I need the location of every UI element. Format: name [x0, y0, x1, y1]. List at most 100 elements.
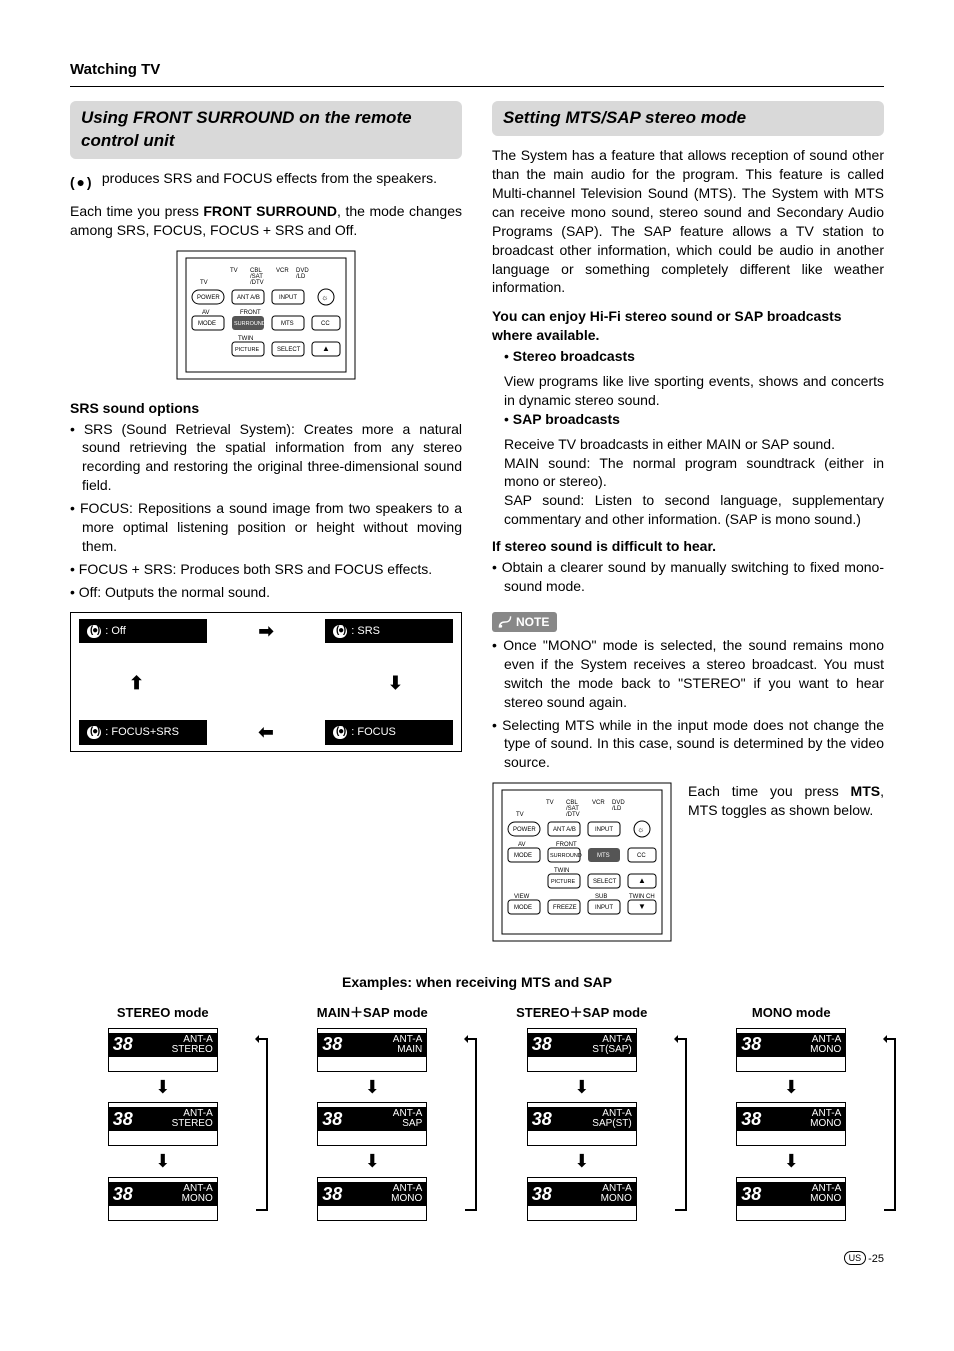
svg-text:▼: ▼: [638, 902, 646, 911]
loop-back-arrow: [256, 1038, 268, 1212]
tv-screen: 38ANT-ASAP: [317, 1102, 427, 1146]
example-flow-stack: 38ANT-AMAIN⬇38ANT-ASAP⬇38ANT-AMONO: [280, 1028, 466, 1222]
svg-text:▲: ▲: [638, 876, 646, 885]
sound-symbol-icon: [70, 173, 98, 192]
svg-text:MTS: MTS: [281, 321, 294, 327]
screen-labels: ANT-ASTEREO: [137, 1035, 213, 1055]
list-item: Once "MONO" mode is selected, the sound …: [492, 636, 884, 712]
tv-screen: 38ANT-AMAIN: [317, 1028, 427, 1072]
screen-labels: ANT-ASTEREO: [137, 1109, 213, 1129]
sound-symbol-icon: [333, 625, 347, 638]
channel-number: 38: [113, 1182, 133, 1206]
svg-text:MTS: MTS: [597, 853, 610, 859]
note-list: Once "MONO" mode is selected, the sound …: [492, 636, 884, 772]
svg-text:INPUT: INPUT: [595, 827, 613, 833]
tv-screen: 38ANT-AMONO: [736, 1028, 846, 1072]
svg-text:CC: CC: [321, 321, 330, 327]
tv-screen: 38ANT-AMONO: [108, 1177, 218, 1221]
page-number: US-25: [70, 1251, 884, 1267]
screen-labels: ANT-AMONO: [765, 1109, 841, 1129]
screen-labels: ANT-AMONO: [765, 1035, 841, 1055]
arrow-down-icon: ⬇: [574, 1082, 589, 1093]
srs-flow-diagram: : Off : SRS : FOCUS+SRS : FOCUS ➡ ⬇ ⬅ ⬆: [70, 612, 462, 752]
svg-text:PICTURE: PICTURE: [551, 879, 575, 885]
channel-number: 38: [532, 1032, 552, 1056]
channel-number: 38: [741, 1032, 761, 1056]
list-item: FOCUS: Repositions a sound image from tw…: [70, 499, 462, 556]
svg-text:VIEW: VIEW: [514, 894, 530, 900]
loop-back-arrow: [465, 1038, 477, 1212]
screen-labels: ANT-AMAIN: [346, 1035, 422, 1055]
svg-text:SELECT: SELECT: [593, 879, 617, 885]
lbl-tv: TV: [230, 268, 238, 274]
svg-text:INPUT: INPUT: [595, 905, 613, 911]
example-mode-title: STEREO mode: [70, 1004, 256, 1022]
list-item: FOCUS + SRS: Produces both SRS and FOCUS…: [70, 560, 462, 579]
section-title-right: Setting MTS/SAP stereo mode: [492, 101, 884, 136]
loop-back-arrow: [884, 1038, 896, 1212]
arrow-down-icon: ⬇: [365, 1082, 380, 1093]
flow-node-srs: : SRS: [325, 619, 453, 644]
example-column: MAIN＋SAP mode38ANT-AMAIN⬇38ANT-ASAP⬇38AN…: [280, 1004, 466, 1221]
header-rule: [70, 86, 884, 87]
sap-body3: SAP sound: Listen to second language, su…: [492, 491, 884, 529]
svg-text:/DTV: /DTV: [250, 280, 264, 286]
list-item: SAP broadcasts: [492, 410, 884, 429]
list-item: Obtain a clearer sound by manually switc…: [492, 558, 884, 596]
example-flow-stack: 38ANT-AST(SAP)⬇38ANT-ASAP(ST)⬇38ANT-AMON…: [489, 1028, 675, 1222]
example-mode-title: MAIN＋SAP mode: [280, 1004, 466, 1022]
svg-text:SUB: SUB: [595, 894, 607, 900]
svg-text:TV: TV: [546, 800, 554, 806]
example-column: MONO mode38ANT-AMONO⬇38ANT-AMONO⬇38ANT-A…: [699, 1004, 885, 1221]
tv-screen: 38ANT-AMONO: [527, 1177, 637, 1221]
svg-text:☼: ☼: [637, 825, 644, 834]
example-flow-stack: 38ANT-ASTEREO⬇38ANT-ASTEREO⬇38ANT-AMONO: [70, 1028, 256, 1222]
flow-node-focus-srs: : FOCUS+SRS: [79, 720, 207, 745]
svg-text:TWIN: TWIN: [238, 336, 253, 342]
note-badge: NOTE: [492, 612, 557, 632]
svg-text:SELECT: SELECT: [277, 347, 301, 353]
svg-text:ANT A/B: ANT A/B: [553, 827, 576, 833]
srs-options-list: SRS (Sound Retrieval System): Creates mo…: [70, 420, 462, 602]
left-intro-1: produces SRS and FOCUS effects from the …: [70, 169, 462, 192]
sub1: You can enjoy Hi-Fi stereo sound or SAP …: [492, 307, 884, 345]
left-column: Using FRONT SURROUND on the remote contr…: [70, 101, 462, 947]
channel-number: 38: [741, 1182, 761, 1206]
svg-text:MODE: MODE: [514, 905, 532, 911]
channel-number: 38: [322, 1182, 342, 1206]
svg-text:INPUT: INPUT: [279, 295, 297, 301]
remote-diagram-2: TV CBL /SAT /DTV VCR DVD /LD TV POWER AN…: [492, 782, 672, 947]
channel-number: 38: [532, 1182, 552, 1206]
tv-screen: 38ANT-AST(SAP): [527, 1028, 637, 1072]
channel-number: 38: [113, 1032, 133, 1056]
tv-screen: 38ANT-AMONO: [736, 1177, 846, 1221]
sound-symbol-icon: [87, 726, 101, 739]
example-mode-title: STEREO＋SAP mode: [489, 1004, 675, 1022]
left-intro-2: Each time you press FRONT SURROUND, the …: [70, 202, 462, 240]
sound-symbol-icon: [87, 625, 101, 638]
svg-text:VCR: VCR: [276, 268, 289, 274]
arrow-down-icon: ⬇: [155, 1156, 170, 1167]
channel-number: 38: [741, 1107, 761, 1131]
arrow-down-icon: ⬇: [388, 671, 403, 695]
tv-screen: 38ANT-AMONO: [317, 1177, 427, 1221]
screen-labels: ANT-AMONO: [556, 1184, 632, 1204]
arrow-up-icon: ⬆: [129, 671, 144, 695]
svg-text:TWIN: TWIN: [554, 868, 569, 874]
arrow-down-icon: ⬇: [784, 1082, 799, 1093]
tv-screen: 38ANT-AMONO: [736, 1102, 846, 1146]
svg-text:TWIN CH: TWIN CH: [629, 894, 655, 900]
tv-screen: 38ANT-ASTEREO: [108, 1102, 218, 1146]
arrow-down-icon: ⬇: [155, 1082, 170, 1093]
channel-number: 38: [322, 1032, 342, 1056]
list-item: SRS (Sound Retrieval System): Creates mo…: [70, 420, 462, 496]
section-title-left: Using FRONT SURROUND on the remote contr…: [70, 101, 462, 159]
svg-text:PICTURE: PICTURE: [235, 347, 259, 353]
screen-labels: ANT-AMONO: [765, 1184, 841, 1204]
flow-node-focus: : FOCUS: [325, 720, 453, 745]
screen-labels: ANT-ASAP: [346, 1109, 422, 1129]
svg-text:POWER: POWER: [513, 827, 536, 833]
svg-text:TV: TV: [516, 812, 524, 818]
example-mode-title: MONO mode: [699, 1004, 885, 1022]
channel-number: 38: [322, 1107, 342, 1131]
